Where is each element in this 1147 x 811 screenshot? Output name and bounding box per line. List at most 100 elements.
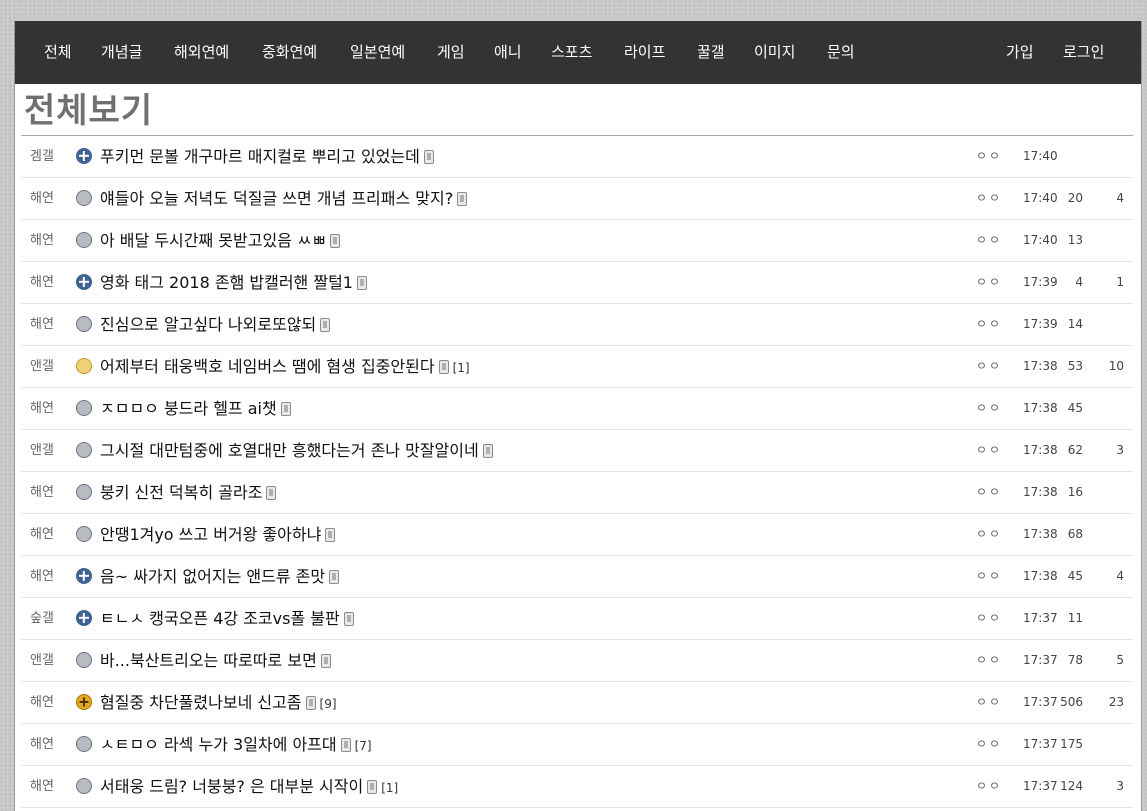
recommend-count: 10 — [1108, 359, 1124, 373]
post-category[interactable]: 해연 — [30, 682, 54, 723]
post-title[interactable]: 서태웅 드림? 너붕붕? 은 대부분 시작이 — [100, 777, 363, 796]
post-row[interactable]: 해연 얘들아 오늘 저녁도 덕질글 쓰면 개념 프리패스 맞지? ㅇㅇ 17:40 20… — [21, 178, 1133, 220]
post-author[interactable]: ㅇㅇ — [976, 556, 1002, 597]
post-row[interactable]: 앤갤 그시절 대만텀중에 호열대만 흥했다는거 존나 맛잘알이네 ㅇㅇ 17:38 62… — [21, 430, 1133, 472]
post-author[interactable]: ㅇㅇ — [976, 640, 1002, 681]
post-row[interactable]: 해연 안땡1겨yo 쓰고 버거왕 좋아하냐 ㅇㅇ 17:38 68 — [21, 514, 1133, 556]
comment-count[interactable]: [1] — [381, 781, 398, 795]
nav-item[interactable]: 애니 — [494, 21, 522, 84]
post-row[interactable]: 해연 ㅈㅁㅁㅇ 붕드라 헬프 ai챗 ㅇㅇ 17:38 45 — [21, 388, 1133, 430]
post-title-wrap: 음~ 싸가지 없어지는 앤드류 존맛 — [100, 556, 340, 597]
post-title[interactable]: 푸키먼 문볼 개구마르 매지컬로 뿌리고 있었는데 — [100, 147, 420, 166]
nav-item[interactable]: 라이프 — [624, 21, 665, 84]
post-title[interactable]: 혐질중 차단풀렸나보네 신고좀 — [100, 693, 302, 712]
post-category[interactable]: 해연 — [30, 262, 54, 303]
post-category[interactable]: 앤갤 — [30, 640, 54, 681]
view-count: 20 — [1067, 191, 1083, 205]
comment-count[interactable]: [9] — [320, 697, 337, 711]
post-time: 17:38 — [1023, 359, 1058, 373]
nav-item[interactable]: 문의 — [827, 21, 855, 84]
nav-item[interactable]: 꿀갤 — [697, 21, 725, 84]
post-author[interactable]: ㅇㅇ — [976, 262, 1002, 303]
post-category[interactable]: 앤갤 — [30, 430, 54, 471]
post-title[interactable]: 안땡1겨yo 쓰고 버거왕 좋아하냐 — [100, 525, 321, 544]
post-category[interactable]: 해연 — [30, 724, 54, 765]
post-title[interactable]: 아 배달 두시간째 못받고있음 ㅆㅃ — [100, 231, 326, 250]
post-title[interactable]: 진심으로 알고싶다 나외로또않되 — [100, 315, 316, 334]
post-row[interactable]: 겜갤 푸키먼 문볼 개구마르 매지컬로 뿌리고 있었는데 ㅇㅇ 17:40 — [21, 136, 1133, 178]
post-author[interactable]: ㅇㅇ — [976, 304, 1002, 345]
post-title[interactable]: ㅈㅁㅁㅇ 붕드라 헬프 ai챗 — [100, 399, 277, 418]
post-author[interactable]: ㅇㅇ — [976, 514, 1002, 555]
post-row[interactable]: 숲갤 ㅌㄴㅅ 캥국오픈 4강 조코vs폴 불판 ㅇㅇ 17:37 11 — [21, 598, 1133, 640]
nav-item[interactable]: 개념글 — [101, 21, 142, 84]
recommend-count: 23 — [1108, 695, 1124, 709]
gold-plus-icon — [76, 694, 92, 710]
post-category[interactable]: 숲갤 — [30, 598, 54, 639]
post-category[interactable]: 앤갤 — [30, 346, 54, 387]
post-title-wrap: ㅈㅁㅁㅇ 붕드라 헬프 ai챗 — [100, 388, 291, 429]
plus-icon — [76, 148, 92, 164]
post-author[interactable]: ㅇㅇ — [976, 682, 1002, 723]
nav-item[interactable]: 해외연예 — [174, 21, 229, 84]
post-author[interactable]: ㅇㅇ — [976, 178, 1002, 219]
signup-link[interactable]: 가입 — [1006, 21, 1034, 84]
nav-item[interactable]: 중화연예 — [262, 21, 317, 84]
post-category[interactable]: 해연 — [30, 556, 54, 597]
post-title[interactable]: ㅌㄴㅅ 캥국오픈 4강 조코vs폴 불판 — [100, 609, 340, 628]
post-row[interactable]: 앤갤 바...북산트리오는 따로따로 보면 ㅇㅇ 17:37 78 5 — [21, 640, 1133, 682]
post-category[interactable]: 해연 — [30, 766, 54, 807]
post-category[interactable]: 해연 — [30, 178, 54, 219]
post-row[interactable]: 해연 영화 태그 2018 존햄 밥캘러핸 짤털1 ㅇㅇ 17:39 4 1 — [21, 262, 1133, 304]
post-row[interactable]: 앤갤 어제부터 태웅백호 네임버스 땜에 혐생 집중안된다 [1] ㅇㅇ 17:38 53… — [21, 346, 1133, 388]
nav-right-group: 가입 로그인 — [1001, 21, 1141, 84]
nav-item[interactable]: 전체 — [44, 21, 72, 84]
post-author[interactable]: ㅇㅇ — [976, 388, 1002, 429]
post-row[interactable]: 해연 붕키 신전 덕복히 골라조 ㅇㅇ 17:38 16 — [21, 472, 1133, 514]
post-category[interactable]: 해연 — [30, 514, 54, 555]
post-title-wrap: 진심으로 알고싶다 나외로또않되 — [100, 304, 331, 345]
post-title-wrap: 혐질중 차단풀렸나보네 신고좀 [9] — [100, 682, 337, 725]
post-title[interactable]: 얘들아 오늘 저녁도 덕질글 쓰면 개념 프리패스 맞지? — [100, 189, 453, 208]
post-category[interactable]: 겜갤 — [30, 136, 54, 177]
post-author[interactable]: ㅇㅇ — [976, 724, 1002, 765]
post-category[interactable]: 해연 — [30, 388, 54, 429]
post-author[interactable]: ㅇㅇ — [976, 598, 1002, 639]
post-row[interactable]: 해연 ㅅㅌㅁㅇ 라섹 누가 3일차에 아프대 [7] ㅇㅇ 17:37 175 — [21, 724, 1133, 766]
post-author[interactable]: ㅇㅇ — [976, 766, 1002, 807]
post-author[interactable]: ㅇㅇ — [976, 430, 1002, 471]
post-time: 17:39 — [1023, 317, 1058, 331]
post-author[interactable]: ㅇㅇ — [976, 136, 1002, 177]
post-row[interactable]: 해연 음~ 싸가지 없어지는 앤드류 존맛 ㅇㅇ 17:38 45 4 — [21, 556, 1133, 598]
view-count: 4 — [1075, 275, 1083, 289]
login-link[interactable]: 로그인 — [1063, 21, 1104, 84]
post-title[interactable]: 어제부터 태웅백호 네임버스 땜에 혐생 집중안된다 — [100, 357, 435, 376]
mobile-icon — [329, 570, 340, 584]
post-category[interactable]: 해연 — [30, 472, 54, 513]
post-category[interactable]: 해연 — [30, 220, 54, 261]
nav-item[interactable]: 이미지 — [754, 21, 795, 84]
post-title-wrap: 바...북산트리오는 따로따로 보면 — [100, 640, 331, 681]
nav-item[interactable]: 게임 — [437, 21, 465, 84]
view-count: 68 — [1067, 527, 1083, 541]
post-row[interactable]: 해연 혐질중 차단풀렸나보네 신고좀 [9] ㅇㅇ 17:37 506 23 — [21, 682, 1133, 724]
post-row[interactable]: 해연 아 배달 두시간째 못받고있음 ㅆㅃ ㅇㅇ 17:40 13 — [21, 220, 1133, 262]
mobile-icon — [457, 192, 468, 206]
nav-item[interactable]: 일본연예 — [350, 21, 405, 84]
post-author[interactable]: ㅇㅇ — [976, 472, 1002, 513]
post-row[interactable]: 해연 서태웅 드림? 너붕붕? 은 대부분 시작이 [1] ㅇㅇ 17:37 124 3 — [21, 766, 1133, 808]
post-title[interactable]: 붕키 신전 덕복히 골라조 — [100, 483, 262, 502]
post-title[interactable]: ㅅㅌㅁㅇ 라섹 누가 3일차에 아프대 — [100, 735, 337, 754]
comment-count[interactable]: [7] — [355, 739, 372, 753]
post-title[interactable]: 영화 태그 2018 존햄 밥캘러핸 짤털1 — [100, 273, 353, 292]
post-row[interactable]: 해연 진심으로 알고싶다 나외로또않되 ㅇㅇ 17:39 14 — [21, 304, 1133, 346]
post-category[interactable]: 해연 — [30, 304, 54, 345]
post-author[interactable]: ㅇㅇ — [976, 346, 1002, 387]
gray-circle-icon — [76, 778, 92, 794]
post-title[interactable]: 바...북산트리오는 따로따로 보면 — [100, 651, 317, 670]
post-author[interactable]: ㅇㅇ — [976, 220, 1002, 261]
post-title[interactable]: 음~ 싸가지 없어지는 앤드류 존맛 — [100, 567, 325, 586]
post-title[interactable]: 그시절 대만텀중에 호열대만 흥했다는거 존나 맛잘알이네 — [100, 441, 479, 460]
comment-count[interactable]: [1] — [453, 361, 470, 375]
nav-item[interactable]: 스포츠 — [551, 21, 592, 84]
